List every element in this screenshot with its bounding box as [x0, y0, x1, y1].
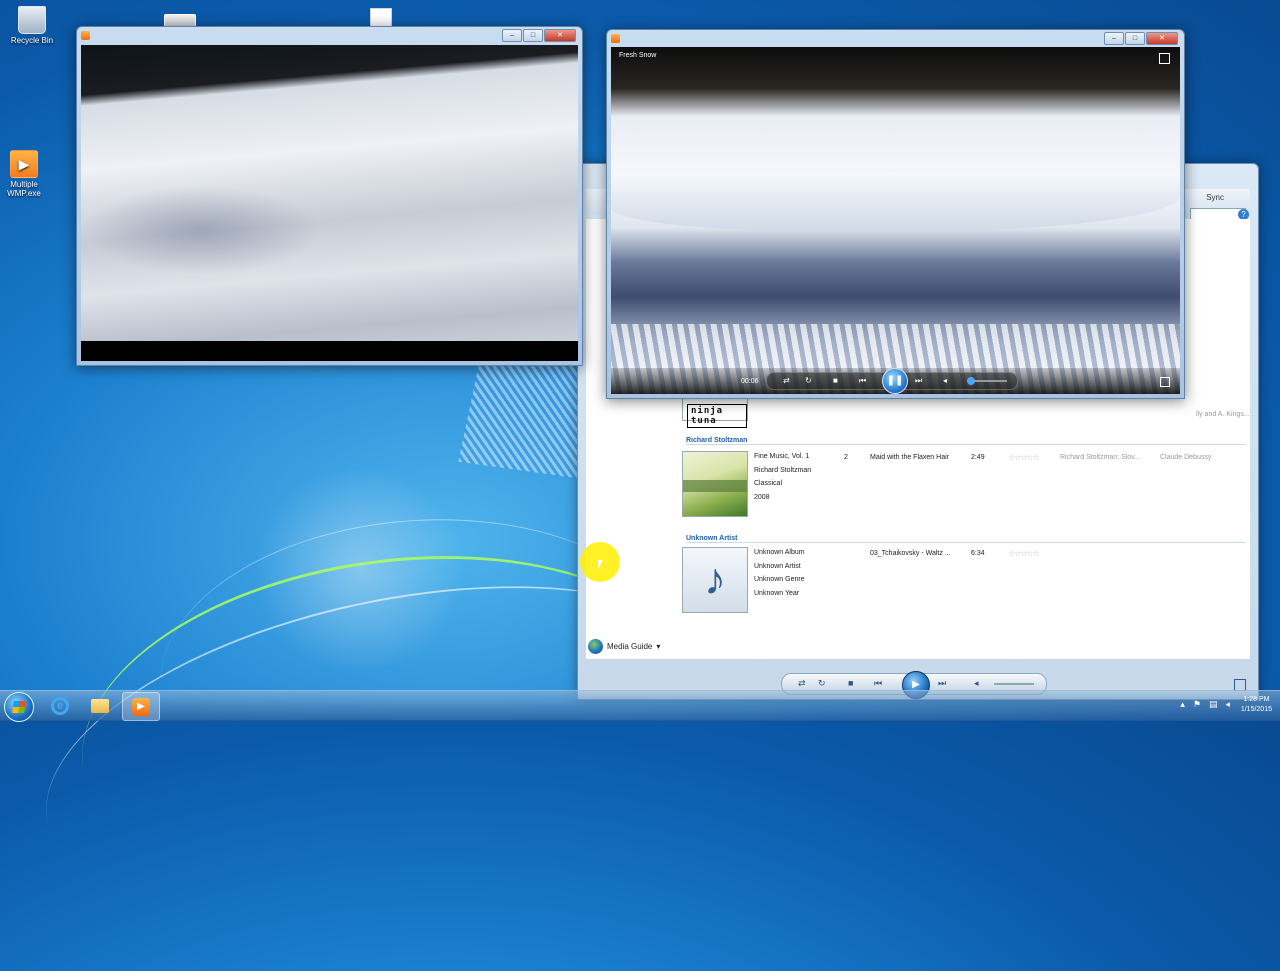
- album-artist: Unknown Artist: [754, 562, 801, 570]
- previous-icon[interactable]: ⏮: [874, 678, 882, 689]
- artist-group-header[interactable]: Richard Stoltzman: [686, 437, 1246, 445]
- media-guide-link[interactable]: Media Guide ▾: [588, 639, 660, 654]
- media-guide-label: Media Guide: [607, 642, 653, 651]
- show-hidden-icons-icon[interactable]: ▴: [1180, 699, 1185, 710]
- playback-time: 00:06: [741, 378, 759, 385]
- window-buttons: – □ ✕: [502, 29, 576, 42]
- album-art-fine-music[interactable]: [682, 451, 748, 517]
- media-player-icon: [611, 34, 620, 43]
- taskbar: e ▶ ▴ ⚑ ▤ ◂ 1:28 PM 1/15/2015: [0, 690, 1280, 722]
- video-frame[interactable]: Fresh Snow 00:06 ⇄ ↻ ■ ⏮ ❚❚ ⏭ ◂: [611, 47, 1180, 394]
- network-icon[interactable]: ▤: [1209, 699, 1218, 710]
- title-bar[interactable]: – □ ✕: [607, 30, 1184, 46]
- flag-icon[interactable]: ⚑: [1193, 699, 1201, 710]
- track-title[interactable]: 03_Tchaikovsky - Waltz ...: [870, 550, 951, 557]
- title-bar[interactable]: – □ ✕: [77, 27, 582, 43]
- album-info: Unknown Album Unknown Artist Unknown Gen…: [754, 546, 805, 600]
- clock-date: 1/15/2015: [1240, 706, 1272, 713]
- video-frame[interactable]: [81, 45, 578, 361]
- switch-view-icon[interactable]: [1159, 53, 1170, 64]
- recycle-bin-icon: [18, 6, 46, 34]
- start-button[interactable]: [4, 692, 34, 722]
- media-player-icon: ▶: [10, 150, 38, 178]
- stop-icon[interactable]: ■: [833, 376, 838, 385]
- chevron-down-icon[interactable]: ▾: [656, 642, 660, 651]
- internet-explorer-icon: e: [51, 696, 69, 715]
- maximize-button[interactable]: □: [523, 29, 543, 42]
- composer: Claude Debussy: [1160, 454, 1212, 461]
- album-genre: Unknown Genre: [754, 576, 805, 583]
- tab-sync[interactable]: Sync: [1206, 193, 1224, 202]
- folder-icon: [91, 698, 109, 713]
- globe-icon: [588, 639, 603, 654]
- repeat-icon[interactable]: ↻: [818, 678, 826, 689]
- taskbar-explorer[interactable]: [82, 692, 118, 719]
- track-number: 2: [844, 454, 848, 461]
- album-info: Fine Music, Vol. 1 Richard Stoltzman Cla…: [754, 450, 811, 504]
- next-icon[interactable]: ⏭: [915, 376, 922, 386]
- shuffle-icon[interactable]: ⇄: [798, 678, 806, 689]
- previous-icon[interactable]: ⏮: [859, 376, 866, 386]
- close-button[interactable]: ✕: [1146, 32, 1178, 45]
- desktop-icon-recycle-bin[interactable]: Recycle Bin: [2, 6, 62, 45]
- album-genre: Classical: [754, 480, 783, 487]
- player-window-2[interactable]: – □ ✕ Fresh Snow 00:06 ⇄ ↻ ■ ⏮ ❚❚ ⏭ ◂: [606, 29, 1185, 399]
- player-window-1[interactable]: – □ ✕: [76, 26, 583, 366]
- mute-icon[interactable]: ◂: [974, 678, 979, 689]
- minimize-button[interactable]: –: [1104, 32, 1124, 45]
- media-player-icon: [81, 31, 90, 40]
- music-note-icon: ♪: [704, 555, 726, 604]
- contributing-artist: Richard Stoltzman; Slov...: [1060, 454, 1141, 461]
- desktop-icon-label: Multiple WMP.exe: [7, 180, 41, 198]
- mouse-cursor: [598, 560, 603, 569]
- volume-icon[interactable]: ◂: [1225, 699, 1230, 710]
- pause-button[interactable]: ❚❚: [882, 368, 908, 394]
- rating-stars[interactable]: ☆☆☆☆☆: [1008, 453, 1040, 462]
- stop-icon[interactable]: ■: [848, 678, 853, 688]
- close-button[interactable]: ✕: [544, 29, 576, 42]
- system-tray: ▴ ⚑ ▤ ◂: [1180, 699, 1230, 710]
- mute-icon[interactable]: ◂: [943, 376, 947, 385]
- clock-time: 1:28 PM: [1243, 696, 1270, 703]
- volume-slider[interactable]: [967, 377, 1007, 385]
- album-year: Unknown Year: [754, 589, 800, 597]
- track-length: 2:49: [971, 454, 985, 461]
- rating-stars[interactable]: ☆☆☆☆☆: [1008, 549, 1040, 558]
- album-art-ninja-tuna[interactable]: ninja tuna: [682, 397, 748, 428]
- track-title[interactable]: Maid with the Flaxen Hair: [870, 454, 949, 461]
- volume-slider[interactable]: [994, 683, 1034, 685]
- track-length: 6:34: [971, 550, 985, 557]
- partial-artist-text: lly and A. Kings...: [1196, 411, 1250, 418]
- exit-fullscreen-icon[interactable]: [1160, 377, 1170, 387]
- clock[interactable]: 1:28 PM 1/15/2015: [1241, 695, 1272, 715]
- album-name: Unknown Album: [754, 549, 805, 556]
- wallpaper-glow: [250, 470, 470, 670]
- album-artist: Richard Stoltzman: [754, 466, 812, 474]
- album-art-unknown[interactable]: ♪: [682, 547, 748, 613]
- desktop-icon-label: Recycle Bin: [10, 36, 54, 45]
- video-title: Fresh Snow: [619, 52, 657, 59]
- volume-knob[interactable]: [967, 377, 975, 385]
- album-year: 2008: [754, 493, 770, 501]
- taskbar-media-player[interactable]: ▶: [122, 692, 160, 721]
- window-buttons: – □ ✕: [1104, 32, 1178, 45]
- maximize-button[interactable]: □: [1125, 32, 1145, 45]
- media-player-icon: ▶: [132, 697, 150, 716]
- shuffle-icon[interactable]: ⇄: [783, 376, 790, 385]
- controls-pill: ⇄ ↻ ■ ⏮ ❚❚ ⏭ ◂: [766, 368, 1018, 394]
- album-name: Fine Music, Vol. 1: [754, 453, 810, 460]
- video-controls: 00:06 ⇄ ↻ ■ ⏮ ❚❚ ⏭ ◂: [611, 368, 1180, 394]
- repeat-icon[interactable]: ↻: [805, 376, 812, 385]
- windows-logo-icon: [12, 701, 26, 713]
- minimize-button[interactable]: –: [502, 29, 522, 42]
- artist-group-header[interactable]: Unknown Artist: [686, 535, 1246, 543]
- taskbar-ie[interactable]: e: [42, 692, 78, 719]
- letterbox-bar: [81, 341, 578, 361]
- next-icon[interactable]: ⏭: [938, 678, 946, 689]
- album-art-text: ninja tuna: [687, 404, 747, 428]
- desktop-icon-wmp-exe[interactable]: ▶ Multiple WMP.exe: [0, 150, 54, 198]
